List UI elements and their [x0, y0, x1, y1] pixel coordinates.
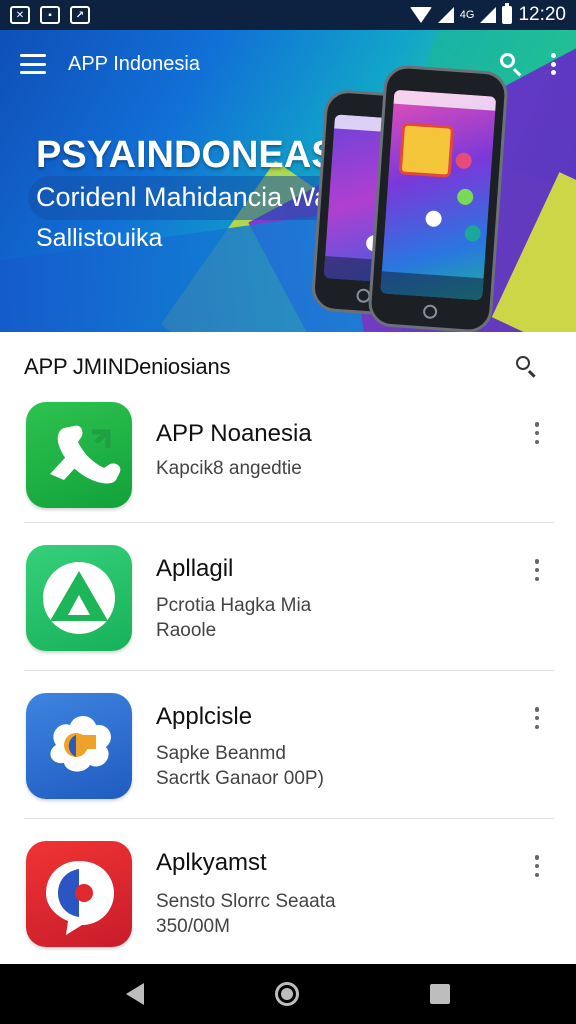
chat-bubble-icon	[26, 841, 132, 947]
system-nav-bar	[0, 964, 576, 1024]
app-description: Sapke Beanmd	[156, 743, 286, 764]
wifi-icon	[409, 7, 432, 23]
signal-icon	[437, 7, 454, 23]
app-list: APP Noanesia Kapcik8 angedtie Apllagil P…	[0, 402, 576, 964]
battery-icon	[502, 3, 513, 24]
app-description-second: Sacrtk Ganaor 00P)	[156, 768, 324, 789]
section-header: APP JMINDeniosians	[0, 332, 576, 402]
hero-subtitle: Coridenl Mahidancia Waby	[36, 182, 358, 212]
app-description: Sensto Slorrc Seaata	[156, 891, 336, 912]
more-options-icon[interactable]	[550, 53, 556, 75]
search-icon[interactable]	[498, 51, 524, 77]
menu-icon[interactable]	[20, 54, 46, 74]
phone-call-icon	[26, 402, 132, 508]
cloud-chat-icon	[26, 693, 132, 799]
app-name: Apllagil	[156, 555, 234, 582]
app-description-second: Raoole	[156, 620, 217, 641]
app-description: Kapcik8 angedtie	[156, 458, 302, 479]
app-name: APP Noanesia	[156, 420, 312, 447]
section-title: APP JMINDeniosians	[24, 354, 231, 379]
phone-illustration-front	[367, 63, 509, 332]
notification-icon: ↗	[70, 6, 90, 24]
more-options-icon[interactable]	[534, 422, 540, 444]
more-options-icon[interactable]	[534, 855, 540, 877]
drive-triangle-icon	[26, 545, 132, 651]
app-name: Aplkyamst	[156, 849, 267, 876]
hero-subtitle-second: Sallistouika	[36, 224, 163, 252]
back-icon[interactable]	[125, 983, 144, 1005]
home-icon[interactable]	[274, 982, 299, 1006]
list-item[interactable]: APP Noanesia Kapcik8 angedtie	[24, 402, 554, 522]
hero-banner: APP Indonesia PSYAINDONEASIA Coridenl Ma…	[0, 30, 576, 332]
status-bar: ✕ ▪ ↗ 4G 12:20	[0, 0, 576, 30]
list-item[interactable]: Apllagil Pcrotia Hagka Mia Raoole	[24, 522, 554, 670]
section-search-icon[interactable]	[514, 354, 540, 380]
list-item[interactable]: Aplkyamst Sensto Slorrc Seaata 350/00M	[24, 818, 554, 964]
signal-strength-icon	[480, 7, 497, 23]
toolbar-title: APP Indonesia	[68, 52, 200, 75]
status-system: 4G 12:20	[409, 3, 566, 26]
status-notifications: ✕ ▪ ↗	[10, 6, 90, 24]
app-name: Applcisle	[156, 703, 253, 730]
signal-label: 4G	[459, 9, 475, 21]
status-time: 12:20	[518, 4, 566, 25]
list-item[interactable]: Applcisle Sapke Beanmd Sacrtk Ganaor 00P…	[24, 670, 554, 818]
recent-apps-icon[interactable]	[430, 984, 451, 1004]
more-options-icon[interactable]	[534, 559, 540, 581]
app-description-second: 350/00M	[156, 916, 230, 937]
more-options-icon[interactable]	[534, 707, 540, 729]
screen: ✕ ▪ ↗ 4G 12:20 APP Indonesia PSYAINDONEA…	[0, 0, 576, 1024]
image-icon: ▪	[40, 6, 60, 24]
photo-icon: ✕	[10, 6, 30, 24]
app-description: Pcrotia Hagka Mia	[156, 595, 312, 616]
